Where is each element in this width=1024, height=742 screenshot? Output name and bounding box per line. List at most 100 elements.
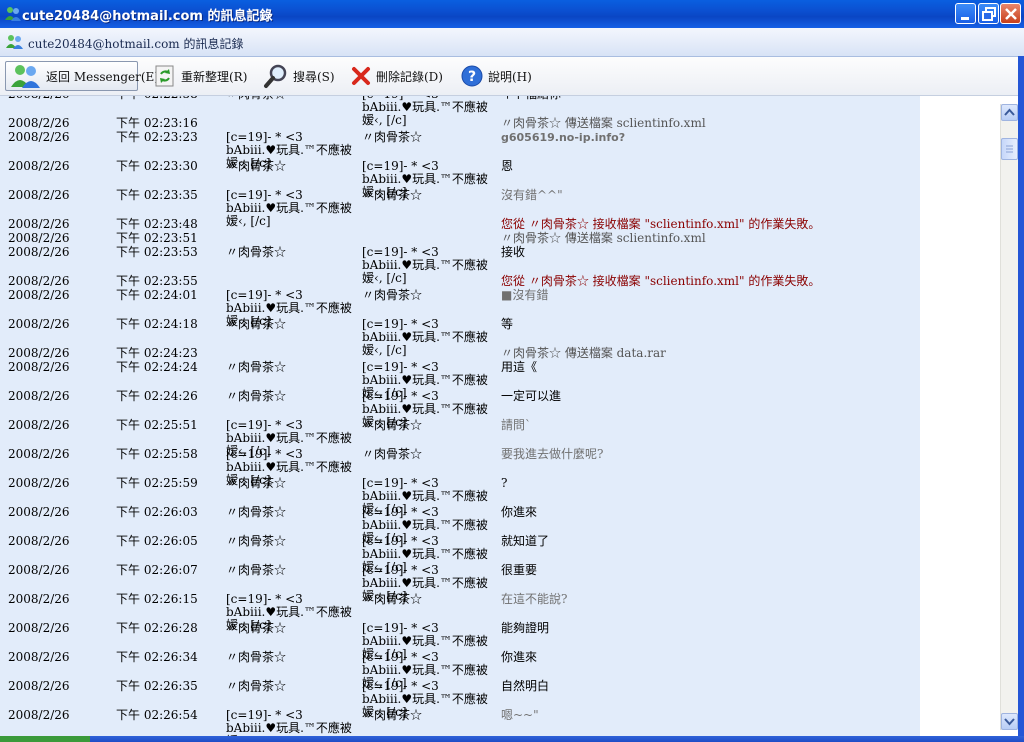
help-label: 說明(H) xyxy=(488,69,532,84)
message-time: 下午 02:24:26 xyxy=(116,389,198,403)
history-header-title: cute20484@hotmail.com 的訊息記錄 xyxy=(28,37,244,51)
message-date: 2008/2/26 xyxy=(8,274,70,288)
minimize-button[interactable] xyxy=(955,3,976,24)
message-time: 下午 02:23:51 xyxy=(116,231,198,245)
message-time: 下午 02:23:16 xyxy=(116,116,198,130)
message-text: 你進來 xyxy=(501,505,538,519)
table-row: 2008/2/26 下午 02:25:51 [c=19]- * <3 bAbiii.… xyxy=(0,418,920,458)
message-text: 請問` xyxy=(501,418,532,432)
message-sender: 〃肉骨茶☆ xyxy=(226,563,287,577)
search-label: 搜尋(S) xyxy=(293,69,335,84)
history-header: cute20484@hotmail.com 的訊息記錄 xyxy=(0,28,1024,57)
table-row: 2008/2/26 下午 02:26:34 〃肉骨茶☆ [c=19]- * <3 bA… xyxy=(0,650,920,690)
message-sender: 〃肉骨茶☆ xyxy=(226,476,287,490)
message-sender: 〃肉骨茶☆ xyxy=(226,505,287,519)
message-time: 下午 02:24:18 xyxy=(116,317,198,331)
message-text: ㄔㄗ福給你 xyxy=(501,96,561,101)
message-date: 2008/2/26 xyxy=(8,159,70,173)
refresh-icon xyxy=(155,65,174,87)
message-text: 能夠證明 xyxy=(501,621,550,635)
message-date: 2008/2/26 xyxy=(8,288,70,302)
delete-history-label: 刪除記錄(D) xyxy=(376,69,443,84)
message-date: 2008/2/26 xyxy=(8,621,70,635)
message-recipient: 〃肉骨茶☆ xyxy=(362,418,423,432)
svg-text:?: ? xyxy=(468,69,476,85)
message-date: 2008/2/26 xyxy=(8,245,70,259)
table-row: 2008/2/26 下午 02:23:35 [c=19]- * <3 bAbiii.… xyxy=(0,188,920,228)
table-row: 2008/2/26 下午 02:23:55 您從 〃肉骨茶☆ 接收檔案 "sclie… xyxy=(0,275,920,289)
table-row: 2008/2/26 下午 02:26:15 [c=19]- * <3 bAbiii.… xyxy=(0,592,920,632)
table-row: 2008/2/26 下午 02:25:58 [c=19]- * <3 bAbiii.… xyxy=(0,447,920,487)
message-recipient: 〃肉骨茶☆ xyxy=(362,592,423,606)
message-time: 下午 02:26:03 xyxy=(116,505,198,519)
message-text: 要我進去做什麼呢? xyxy=(501,447,604,461)
message-text: g605619.no-ip.info? xyxy=(501,131,626,144)
message-date: 2008/2/26 xyxy=(8,389,70,403)
message-text: 在這不能說? xyxy=(501,592,568,606)
message-text: ? xyxy=(501,476,508,490)
back-to-messenger-label: 返回 Messenger(E) xyxy=(46,69,159,84)
table-row: 2008/2/26 下午 02:26:28 〃肉骨茶☆ [c=19]- * <3 bA… xyxy=(0,621,920,661)
message-text: 自然明白 xyxy=(501,679,550,693)
message-sender: 〃肉骨茶☆ xyxy=(226,621,287,635)
scroll-down-button[interactable] xyxy=(1001,713,1018,730)
message-date: 2008/2/26 xyxy=(8,346,70,360)
table-row: 2008/2/26下午 02:22:58〃肉骨茶☆[c=19]- * <3 bA… xyxy=(0,96,920,127)
message-recipient: 〃肉骨茶☆ xyxy=(362,708,423,722)
restore-icon xyxy=(982,7,996,21)
message-time: 下午 02:24:01 xyxy=(116,288,198,302)
delete-icon xyxy=(352,67,370,85)
message-time: 下午 02:23:53 xyxy=(116,245,198,259)
message-time: 下午 02:24:23 xyxy=(116,346,198,360)
message-date: 2008/2/26 xyxy=(8,650,70,664)
message-time: 下午 02:24:24 xyxy=(116,360,198,374)
message-time: 下午 02:25:51 xyxy=(116,418,198,432)
message-text: 嗯~~" xyxy=(501,708,539,722)
search-button[interactable]: 搜尋(S) xyxy=(259,61,339,91)
delete-history-button[interactable]: 刪除記錄(D) xyxy=(346,61,447,91)
message-recipient: 〃肉骨茶☆ xyxy=(362,130,423,144)
message-date: 2008/2/26 xyxy=(8,592,70,606)
message-sender: 〃肉骨茶☆ xyxy=(226,245,287,259)
message-recipient: 〃肉骨茶☆ xyxy=(362,288,423,302)
message-date: 2008/2/26 xyxy=(8,418,70,432)
table-row: 2008/2/26 下午 02:23:53 〃肉骨茶☆ [c=19]- * <3 bA… xyxy=(0,245,920,285)
table-row: 2008/2/26 下午 02:23:48 您從 〃肉骨茶☆ 接收檔案 "sclie… xyxy=(0,218,920,232)
message-date: 2008/2/26 xyxy=(8,534,70,548)
message-text: 很重要 xyxy=(501,563,538,577)
table-row: 2008/2/26 下午 02:26:54 [c=19]- * <3 bAbiii.… xyxy=(0,708,920,742)
refresh-label: 重新整理(R) xyxy=(181,69,248,84)
message-date: 2008/2/26 xyxy=(8,217,70,231)
message-sender: 〃肉骨茶☆ xyxy=(226,650,287,664)
help-icon: ? xyxy=(461,65,483,87)
vertical-scrollbar[interactable] xyxy=(1000,104,1019,730)
message-text: 沒有錯^^" xyxy=(501,188,563,202)
help-button[interactable]: ? 說明(H) xyxy=(456,61,536,91)
table-row: 2008/2/26 下午 02:24:24 〃肉骨茶☆ [c=19]- * <3 bA… xyxy=(0,360,920,400)
table-row: 2008/2/26 下午 02:24:01 [c=19]- * <3 bAbiii.… xyxy=(0,288,920,328)
message-time: 下午 02:26:05 xyxy=(116,534,198,548)
message-time: 下午 02:26:28 xyxy=(116,621,198,635)
scroll-thumb[interactable] xyxy=(1001,138,1018,160)
message-text: 您從 〃肉骨茶☆ 接收檔案 "sclientinfo.xml" 的作業失敗。 xyxy=(501,274,821,288)
scroll-up-button[interactable] xyxy=(1001,104,1018,121)
table-row: 2008/2/26 下午 02:23:51 〃肉骨茶☆ 傳送檔案 sclientin… xyxy=(0,232,920,246)
message-date: 2008/2/26 xyxy=(8,505,70,519)
restore-button[interactable] xyxy=(978,3,999,24)
back-to-messenger-button[interactable]: 返回 Messenger(E) xyxy=(5,61,159,91)
table-row: 2008/2/26 下午 02:24:26 〃肉骨茶☆ [c=19]- * <3 bA… xyxy=(0,389,920,429)
message-sender: 〃肉骨茶☆ xyxy=(226,534,287,548)
message-time: 下午 02:26:07 xyxy=(116,563,198,577)
close-button[interactable] xyxy=(1000,3,1021,24)
table-row: 2008/2/26 下午 02:26:35 〃肉骨茶☆ [c=19]- * <3 bA… xyxy=(0,679,920,719)
grip-icon xyxy=(1006,145,1013,153)
refresh-button[interactable]: 重新整理(R) xyxy=(149,61,251,91)
message-time: 下午 02:23:55 xyxy=(116,274,198,288)
message-text: 你進來 xyxy=(501,650,538,664)
message-recipient: 〃肉骨茶☆ xyxy=(362,447,423,461)
chevron-down-icon xyxy=(1004,718,1015,726)
message-time: 下午 02:26:54 xyxy=(116,708,198,722)
message-text: 接收 xyxy=(501,245,526,259)
message-recipient: 〃肉骨茶☆ xyxy=(362,188,423,202)
message-date: 2008/2/26 xyxy=(8,96,70,101)
